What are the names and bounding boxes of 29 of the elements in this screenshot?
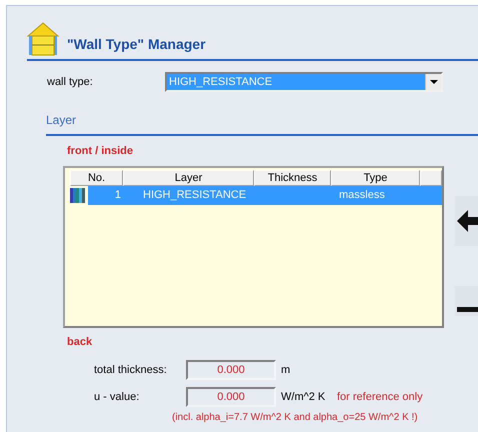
- result-label: total thickness:: [94, 362, 168, 378]
- column-header[interactable]: Thickness: [254, 170, 331, 186]
- unit-label: m: [281, 362, 292, 378]
- arrow-button[interactable]: [455, 286, 478, 316]
- front-label: front / inside: [67, 144, 134, 159]
- dropdown-value: HIGH_RESISTANCE: [167, 74, 425, 90]
- table-cell-text: HIGH_RESISTANCE: [142, 188, 248, 203]
- result-value-field: 0.000: [186, 387, 276, 407]
- result-label: u - value:: [94, 390, 140, 405]
- left-arrow-icon: [457, 210, 478, 232]
- footnote: (incl. alpha_i=7.7 W/m^2 K and alpha_o=25 W/m^2 K !): [172, 411, 419, 425]
- column-header[interactable]: No.: [70, 170, 123, 186]
- back-label: back: [67, 334, 94, 350]
- house-icon: [27, 22, 59, 56]
- table-cell-text: massless: [338, 188, 385, 203]
- bar-icon: [457, 307, 478, 312]
- column-header[interactable]: Layer: [123, 170, 254, 186]
- reference-note: for reference only: [337, 390, 423, 405]
- unit-label: W/m^2 K: [281, 390, 326, 405]
- table-cell-text: 1: [114, 188, 122, 203]
- section-title: Layer: [46, 113, 76, 127]
- arrow-button[interactable]: [455, 196, 478, 246]
- layer-swatch-icon: [70, 188, 86, 202]
- wall-type-label: wall type:: [47, 74, 94, 90]
- result-value-field: 0.000: [186, 360, 276, 380]
- column-header: [420, 170, 442, 186]
- column-header[interactable]: Type: [331, 170, 420, 186]
- caret-icon[interactable]: [425, 74, 441, 90]
- window-title: "Wall Type" Manager: [67, 35, 206, 54]
